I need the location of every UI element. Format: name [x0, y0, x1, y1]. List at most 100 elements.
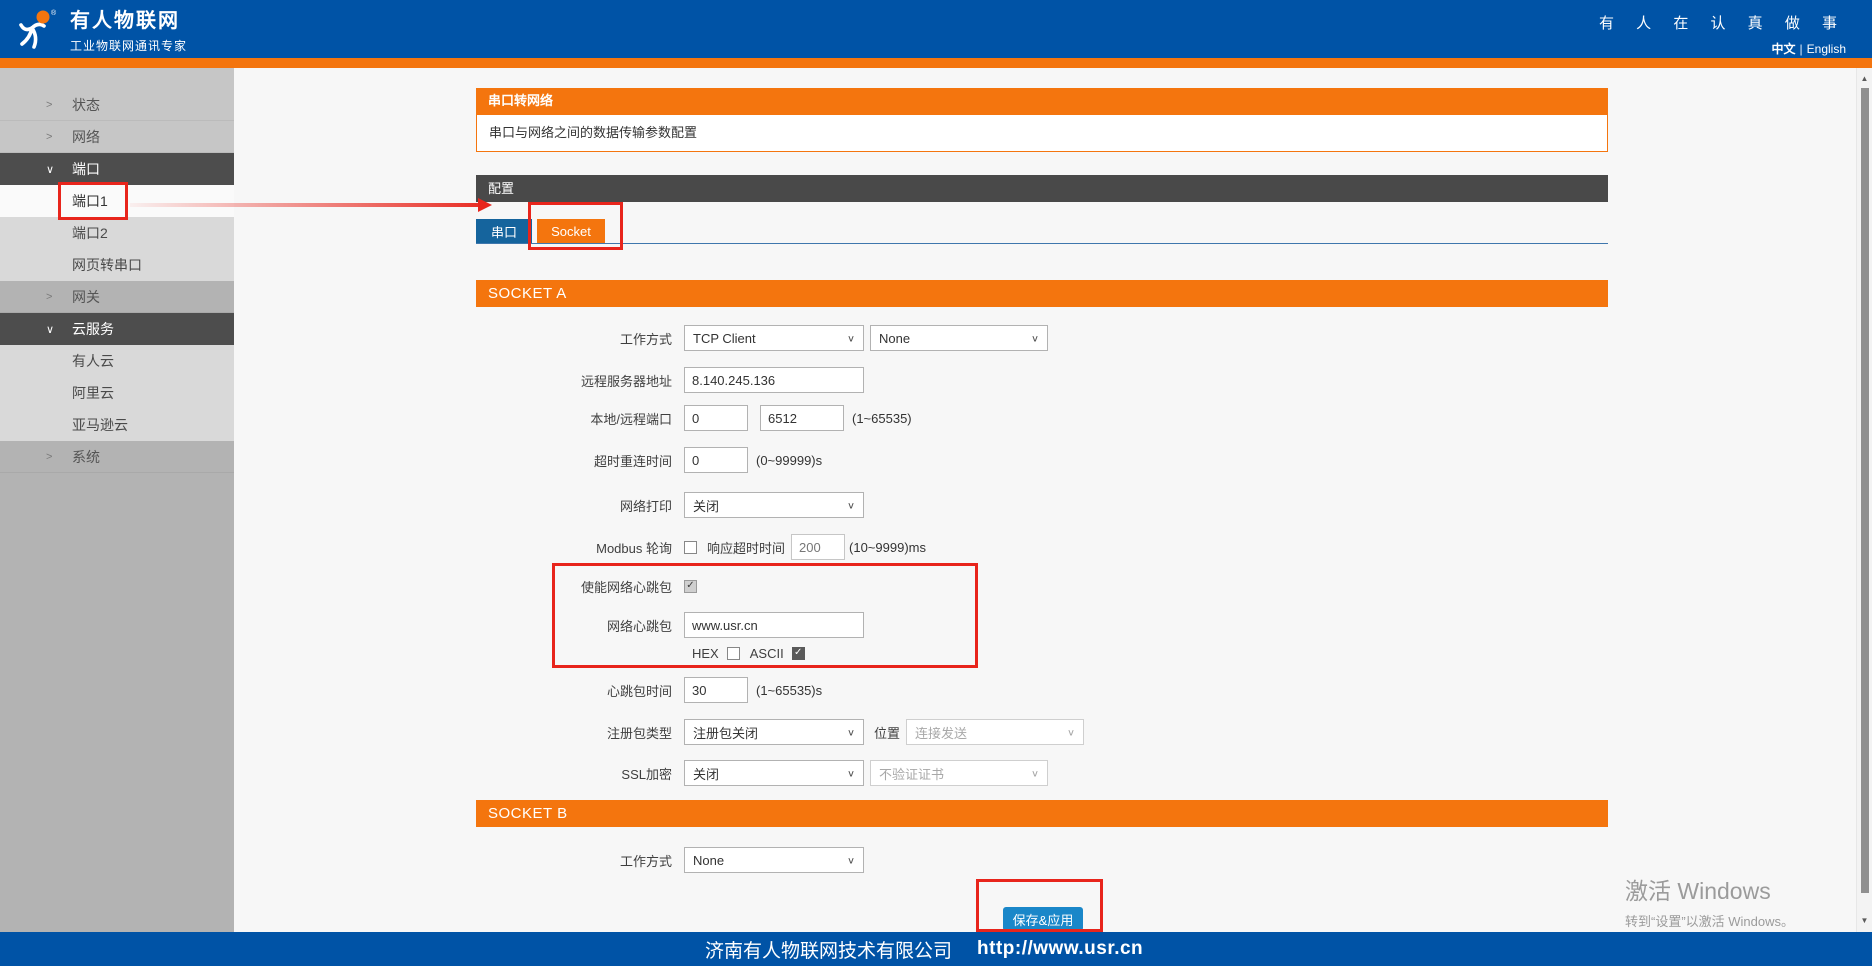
tab-socket[interactable]: Socket — [537, 219, 605, 243]
sidebar-item-amazon-cloud[interactable]: 亚马逊云 — [0, 409, 234, 441]
sidebar-item-label: 状态 — [72, 95, 234, 115]
watermark-line2: 转到“设置”以激活 Windows。 — [1625, 911, 1794, 930]
sidebar-item-label: 亚马逊云 — [72, 415, 234, 435]
chevron-down-icon: ∨ — [46, 323, 72, 336]
tab-serial[interactable]: 串口 — [476, 219, 532, 243]
page-title: 串口转网络 — [476, 88, 1608, 114]
reconnect-time-input[interactable] — [684, 447, 748, 473]
ssl-cert-select[interactable]: 不验证证书 ∨ — [870, 760, 1048, 786]
work-mode-select[interactable]: TCP Client ∨ — [684, 325, 864, 351]
sidebar-item-web-to-serial[interactable]: 网页转串口 — [0, 249, 234, 281]
windows-watermark: 激活 Windows 转到“设置”以激活 Windows。 — [1625, 872, 1794, 930]
socket-b-work-mode-select[interactable]: None ∨ — [684, 847, 864, 873]
net-print-row: 网络打印 关闭 ∨ — [476, 492, 1608, 518]
sidebar-item-label: 端口 — [72, 159, 234, 179]
net-print-select[interactable]: 关闭 ∨ — [684, 492, 864, 518]
brand-logo: ® — [14, 6, 60, 52]
sidebar-item-label: 端口1 — [72, 191, 234, 211]
sidebar-item-port1[interactable]: 端口1 — [0, 185, 234, 217]
select-value: None — [693, 853, 724, 868]
tab-bar: 串口 Socket — [476, 219, 1608, 244]
footer-url-link[interactable]: http://www.usr.cn — [977, 938, 1143, 960]
sidebar-item-label: 阿里云 — [72, 383, 234, 403]
sidebar-item-label: 云服务 — [72, 319, 234, 339]
select-value: TCP Client — [693, 331, 756, 346]
chevron-down-icon: ∨ — [847, 499, 855, 510]
sidebar-item-usr-cloud[interactable]: 有人云 — [0, 345, 234, 377]
sidebar-item-system[interactable]: > 系统 — [0, 441, 234, 473]
socket-b-form: 工作方式 None ∨ — [476, 847, 1608, 873]
sidebar-item-port[interactable]: ∨ 端口 — [0, 153, 234, 185]
socket-b-work-mode-row: 工作方式 None ∨ — [476, 847, 1608, 873]
app-subtitle: 工业物联网通讯专家 — [70, 37, 187, 54]
app-header: ® 有人物联网 工业物联网通讯专家 有 人 在 认 真 做 事 中文|Engli… — [0, 0, 1872, 58]
modbus-timeout-input[interactable] — [791, 534, 845, 560]
sidebar-item-port2[interactable]: 端口2 — [0, 217, 234, 249]
scroll-down-icon[interactable]: ▼ — [1857, 912, 1872, 928]
chevron-down-icon: ∨ — [1067, 726, 1075, 737]
chevron-right-icon: > — [46, 291, 72, 303]
heartbeat-time-input[interactable] — [684, 677, 748, 703]
remote-server-input[interactable] — [684, 367, 864, 393]
sidebar-spacer — [0, 68, 234, 89]
port-range-hint: (1~65535) — [852, 411, 912, 426]
heartbeat-packet-input[interactable] — [684, 612, 864, 638]
sidebar-item-status[interactable]: > 状态 — [0, 89, 234, 121]
chevron-down-icon: ∨ — [847, 854, 855, 865]
header-slogan: 有 人 在 认 真 做 事 — [1599, 12, 1846, 33]
field-label: SSL加密 — [476, 764, 684, 783]
check-icon: ✓ — [686, 581, 694, 591]
hex-checkbox[interactable] — [727, 647, 740, 660]
page-footer: 济南有人物联网技术有限公司 http://www.usr.cn — [0, 932, 1872, 966]
lang-chinese-link[interactable]: 中文 — [1772, 42, 1796, 56]
heartbeat-row: 网络心跳包 — [476, 612, 1608, 638]
app-title: 有人物联网 — [70, 4, 187, 33]
ssl-select[interactable]: 关闭 ∨ — [684, 760, 864, 786]
sidebar-item-cloud[interactable]: ∨ 云服务 — [0, 313, 234, 345]
select-value: 连接发送 — [915, 723, 967, 742]
remote-port-input[interactable] — [760, 405, 844, 431]
brand-text: 有人物联网 工业物联网通讯专家 — [70, 4, 187, 54]
sidebar-filler — [0, 473, 234, 932]
select-value: 关闭 — [693, 496, 719, 515]
local-port-input[interactable] — [684, 405, 748, 431]
sidebar-nav: > 状态 > 网络 ∨ 端口 端口1 端口2 网页转串口 > 网关 ∨ 云服务 … — [0, 68, 234, 932]
socket-b-header: SOCKET B — [476, 800, 1608, 827]
scrollbar-thumb[interactable] — [1861, 88, 1869, 893]
save-apply-button[interactable]: 保存&应用 — [1003, 907, 1083, 931]
register-type-select[interactable]: 注册包关闭 ∨ — [684, 719, 864, 745]
page-description: 串口与网络之间的数据传输参数配置 — [476, 114, 1608, 152]
chevron-down-icon: ∨ — [847, 332, 855, 343]
registered-icon: ® — [51, 9, 57, 17]
field-label: 使能网络心跳包 — [476, 577, 684, 596]
lang-english-link[interactable]: English — [1807, 42, 1846, 56]
watermark-line1: 激活 Windows — [1625, 872, 1794, 906]
heartbeat-format-row: HEX ASCII ✓ — [476, 643, 1608, 663]
field-label: 注册包类型 — [476, 723, 684, 742]
heartbeat-enable-checkbox[interactable]: ✓ — [684, 580, 697, 593]
ascii-checkbox[interactable]: ✓ — [792, 647, 805, 660]
sidebar-item-network[interactable]: > 网络 — [0, 121, 234, 153]
chevron-right-icon: > — [46, 99, 72, 111]
register-position-select[interactable]: 连接发送 ∨ — [906, 719, 1084, 745]
ports-row: 本地/远程端口 (1~65535) — [476, 405, 1608, 431]
hex-label: HEX — [692, 646, 719, 661]
work-mode-secondary-select[interactable]: None ∨ — [870, 325, 1048, 351]
sidebar-item-gateway[interactable]: > 网关 — [0, 281, 234, 313]
field-label: 超时重连时间 — [476, 451, 684, 470]
select-value: None — [879, 331, 910, 346]
heartbeat-range-hint: (1~65535)s — [756, 683, 822, 698]
sidebar-item-label: 系统 — [72, 447, 234, 467]
field-label: 远程服务器地址 — [476, 371, 684, 390]
modbus-poll-checkbox[interactable] — [684, 541, 697, 554]
accent-strip — [0, 58, 1872, 68]
sidebar-item-ali-cloud[interactable]: 阿里云 — [0, 377, 234, 409]
socket-a-form: 工作方式 TCP Client ∨ None ∨ 远程服务器地址 本地/远程端口… — [476, 320, 1608, 786]
check-icon: ✓ — [794, 648, 802, 658]
socket-a-header: SOCKET A — [476, 280, 1608, 307]
modbus-timeout-label: 响应超时时间 — [707, 538, 785, 557]
field-label: Modbus 轮询 — [476, 538, 684, 557]
position-label: 位置 — [874, 723, 900, 742]
chevron-down-icon: ∨ — [1031, 332, 1039, 343]
scroll-up-icon[interactable]: ▲ — [1857, 70, 1872, 86]
